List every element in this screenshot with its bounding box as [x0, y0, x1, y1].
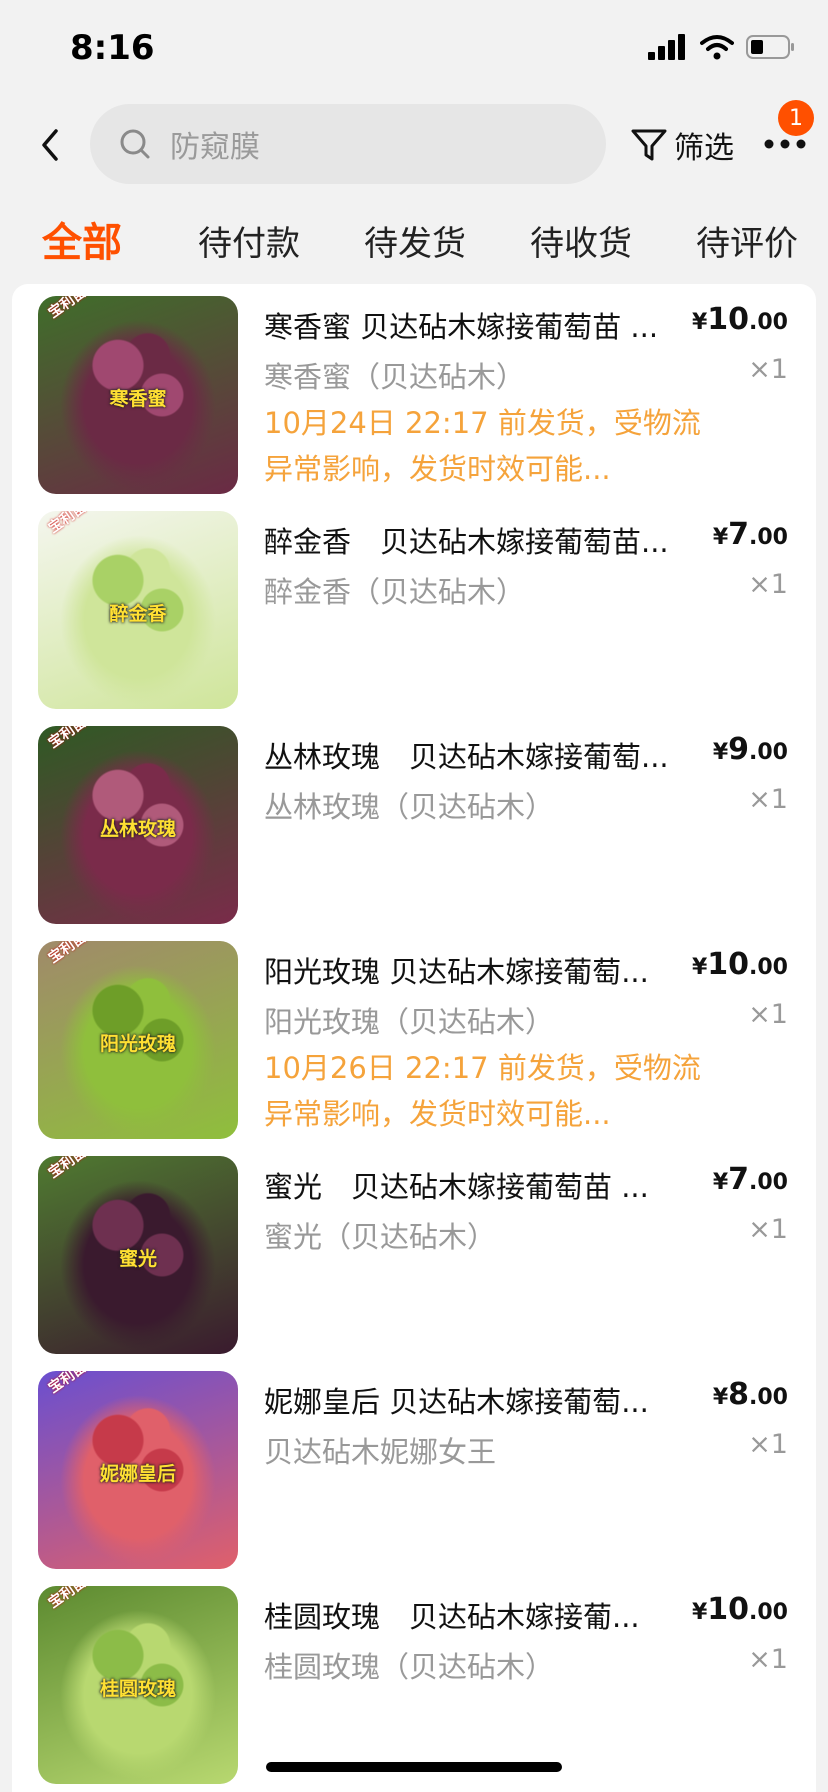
- status-icons: [648, 34, 796, 60]
- header: 防窥膜 筛选 1: [0, 100, 828, 200]
- thumbnail-label: 寒香蜜: [109, 388, 167, 410]
- order-item[interactable]: 宝利苗木 丛林玫瑰 丛林玫瑰 贝达砧木嫁接葡萄... ¥9.00 丛林玫瑰（贝达…: [12, 714, 816, 929]
- product-title[interactable]: 妮娜皇后 贝达砧木嫁接葡萄...: [264, 1379, 714, 1421]
- product-spec: 寒香蜜（贝达砧木）: [264, 360, 526, 394]
- product-quantity: ×1: [748, 784, 788, 815]
- order-item[interactable]: 宝利苗木 寒香蜜 寒香蜜 贝达砧木嫁接葡萄苗 ... ¥10.00 寒香蜜（贝达…: [12, 284, 816, 499]
- product-quantity: ×1: [748, 1214, 788, 1245]
- product-thumbnail[interactable]: 宝利苗木 丛林玫瑰: [38, 726, 238, 924]
- thumbnail-watermark: 宝利苗木: [45, 726, 101, 752]
- product-thumbnail[interactable]: 宝利苗木 桂圆玫瑰: [38, 1586, 238, 1784]
- tab-all[interactable]: 全部: [42, 210, 122, 268]
- order-item[interactable]: 宝利苗木 醉金香 醉金香 贝达砧木嫁接葡萄苗... ¥7.00 醉金香（贝达砧木…: [12, 499, 816, 714]
- product-thumbnail[interactable]: 宝利苗木 妮娜皇后: [38, 1371, 238, 1569]
- tab-pending-shipment[interactable]: 待发货: [364, 216, 466, 265]
- thumbnail-watermark: 宝利苗木: [45, 511, 101, 537]
- home-indicator: [266, 1762, 562, 1772]
- product-title[interactable]: 蜜光 贝达砧木嫁接葡萄苗 ...: [264, 1164, 714, 1206]
- thumbnail-watermark: 宝利苗木: [45, 941, 101, 967]
- product-price: ¥10.00: [691, 1592, 788, 1627]
- thumbnail-watermark: 宝利苗木: [45, 1371, 101, 1397]
- product-quantity: ×1: [748, 569, 788, 600]
- filter-button[interactable]: 筛选: [630, 120, 734, 170]
- tab-pending-receipt[interactable]: 待收货: [530, 216, 632, 265]
- product-spec: 蜜光（贝达砧木）: [264, 1220, 497, 1254]
- search-placeholder: 防窥膜: [170, 130, 260, 165]
- order-list: 宝利苗木 寒香蜜 寒香蜜 贝达砧木嫁接葡萄苗 ... ¥10.00 寒香蜜（贝达…: [12, 284, 816, 1792]
- thumbnail-watermark: 宝利苗木: [45, 296, 101, 322]
- order-item[interactable]: 宝利苗木 桂圆玫瑰 桂圆玫瑰 贝达砧木嫁接葡... ¥10.00 桂圆玫瑰（贝达…: [12, 1574, 816, 1789]
- product-thumbnail[interactable]: 宝利苗木 阳光玫瑰: [38, 941, 238, 1139]
- status-bar: 8:16: [0, 0, 828, 100]
- thumbnail-label: 妮娜皇后: [99, 1463, 176, 1485]
- search-icon: [120, 129, 150, 159]
- product-spec: 丛林玫瑰（贝达砧木）: [264, 790, 555, 824]
- thumbnail-label: 丛林玫瑰: [99, 818, 176, 840]
- product-thumbnail[interactable]: 宝利苗木 寒香蜜: [38, 296, 238, 494]
- product-price: ¥7.00: [712, 517, 788, 552]
- product-title[interactable]: 醉金香 贝达砧木嫁接葡萄苗...: [264, 519, 714, 561]
- more-icon: [764, 139, 806, 149]
- product-quantity: ×1: [748, 1429, 788, 1460]
- product-quantity: ×1: [748, 999, 788, 1030]
- product-title[interactable]: 桂圆玫瑰 贝达砧木嫁接葡...: [264, 1594, 714, 1636]
- product-title[interactable]: 丛林玫瑰 贝达砧木嫁接葡萄...: [264, 734, 714, 776]
- thumbnail-label: 桂圆玫瑰: [99, 1678, 176, 1700]
- filter-icon: [631, 129, 667, 161]
- product-title[interactable]: 阳光玫瑰 贝达砧木嫁接葡萄...: [264, 949, 714, 991]
- product-spec: 醉金香（贝达砧木）: [264, 575, 526, 609]
- thumbnail-label: 醉金香: [109, 603, 167, 625]
- product-price: ¥10.00: [691, 302, 788, 337]
- thumbnail-watermark: 宝利苗木: [45, 1586, 101, 1612]
- product-quantity: ×1: [748, 354, 788, 385]
- product-price: ¥7.00: [712, 1162, 788, 1197]
- product-price: ¥8.00: [712, 1377, 788, 1412]
- product-quantity: ×1: [748, 1644, 788, 1675]
- shipping-notice: 10月24日 22:17 前发货，受物流异常影响，发货时效可能...: [264, 406, 701, 486]
- product-spec: 桂圆玫瑰（贝达砧木）: [264, 1650, 555, 1684]
- back-button[interactable]: [30, 120, 70, 170]
- product-spec: 阳光玫瑰（贝达砧木）: [264, 1005, 555, 1039]
- thumbnail-watermark: 宝利苗木: [45, 1156, 101, 1182]
- product-thumbnail[interactable]: 宝利苗木 醉金香: [38, 511, 238, 709]
- thumbnail-label: 阳光玫瑰: [99, 1033, 176, 1055]
- product-spec: 贝达砧木妮娜女王: [264, 1435, 497, 1469]
- order-tabs: 全部 待付款 待发货 待收货 待评价: [0, 210, 828, 280]
- thumbnail-label: 蜜光: [118, 1248, 157, 1270]
- order-item[interactable]: 宝利苗木 妮娜皇后 妮娜皇后 贝达砧木嫁接葡萄... ¥8.00 贝达砧木妮娜女…: [12, 1359, 816, 1574]
- tab-pending-payment[interactable]: 待付款: [198, 216, 300, 265]
- chevron-left-icon: [42, 129, 58, 161]
- shipping-notice: 10月26日 22:17 前发货，受物流异常影响，发货时效可能...: [264, 1051, 701, 1131]
- product-price: ¥9.00: [712, 732, 788, 767]
- order-item[interactable]: 宝利苗木 阳光玫瑰 阳光玫瑰 贝达砧木嫁接葡萄... ¥10.00 阳光玫瑰（贝…: [12, 929, 816, 1144]
- product-thumbnail[interactable]: 宝利苗木 蜜光: [38, 1156, 238, 1354]
- product-title[interactable]: 寒香蜜 贝达砧木嫁接葡萄苗 ...: [264, 304, 714, 346]
- notification-badge: 1: [778, 100, 814, 136]
- tab-pending-review[interactable]: 待评价: [696, 216, 798, 265]
- order-item[interactable]: 宝利苗木 蜜光 蜜光 贝达砧木嫁接葡萄苗 ... ¥7.00 蜜光（贝达砧木） …: [12, 1144, 816, 1359]
- signal-icon: [648, 34, 685, 60]
- wifi-icon: [700, 35, 734, 60]
- product-price: ¥10.00: [691, 947, 788, 982]
- search-input[interactable]: 防窥膜: [90, 104, 606, 184]
- filter-label: 筛选: [674, 131, 734, 166]
- status-time: 8:16: [70, 28, 155, 68]
- battery-icon: [746, 35, 794, 59]
